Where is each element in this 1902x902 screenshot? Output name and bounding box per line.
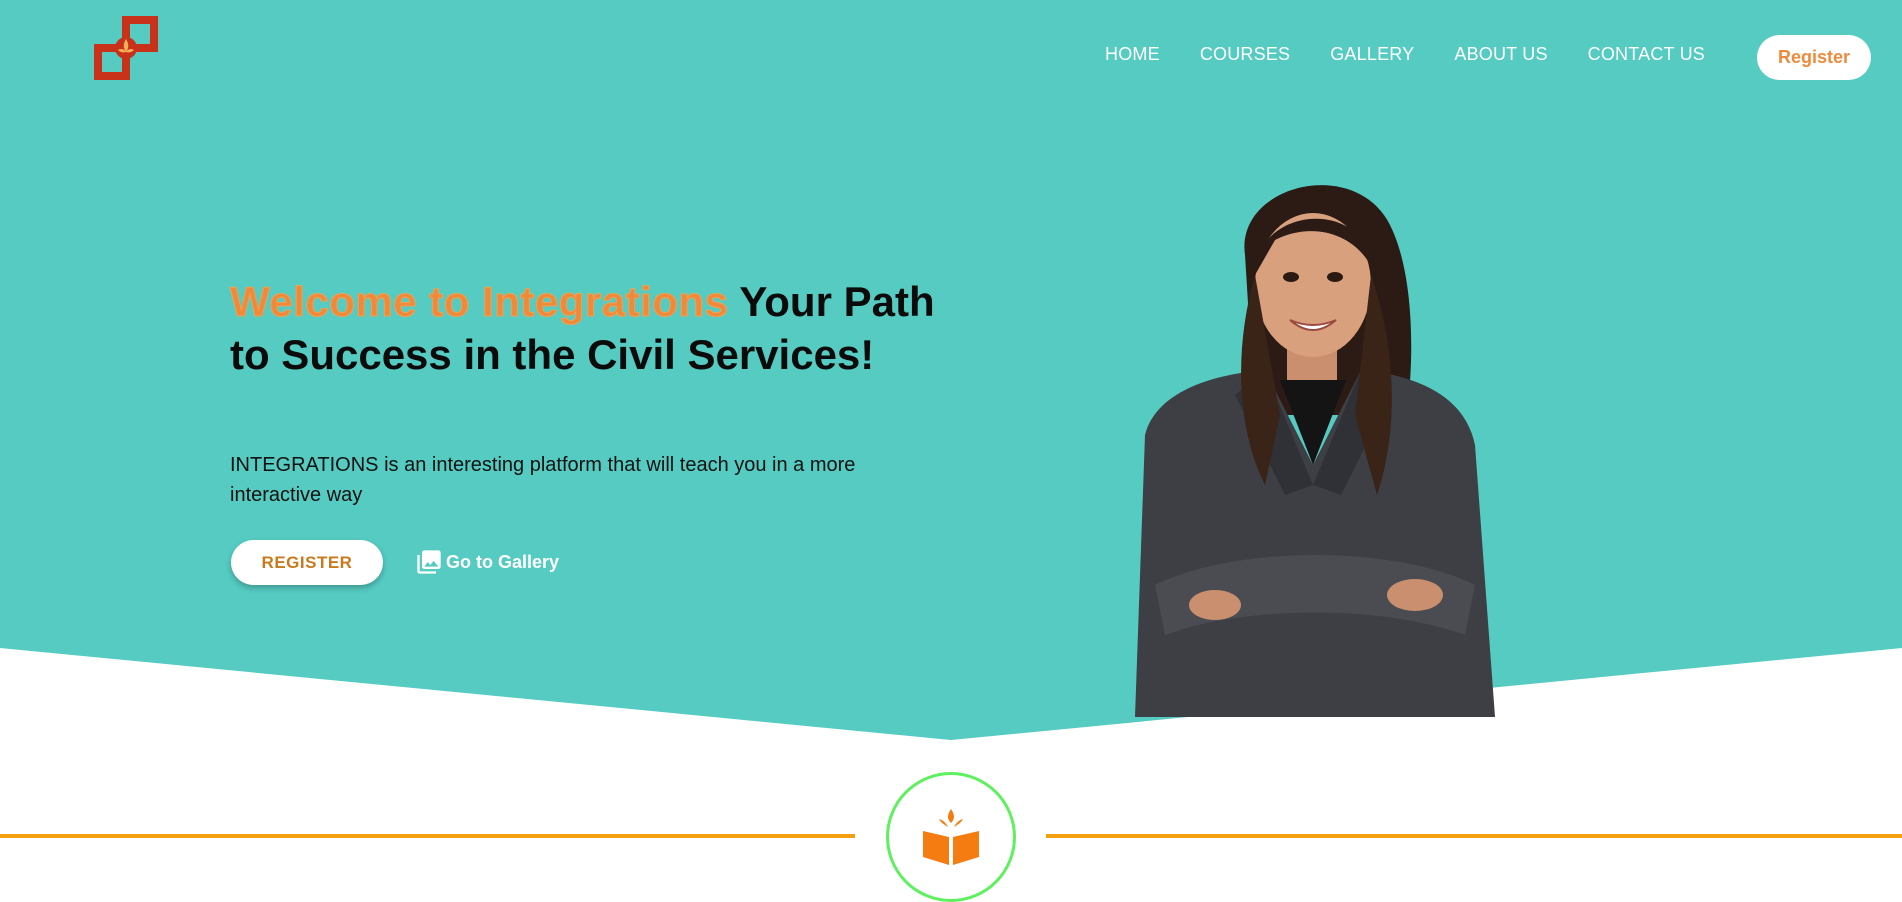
nav-item-about-us[interactable]: ABOUT US <box>1454 44 1547 65</box>
hero-register-button[interactable]: REGISTER <box>231 540 383 585</box>
hero-headline: Welcome to Integrations Your Path to Suc… <box>229 275 950 381</box>
section-divider-left <box>0 834 855 838</box>
section-divider-right <box>1046 834 1902 838</box>
hero-headline-accent: Welcome to Integrations <box>229 278 729 326</box>
swastika-logo-icon[interactable] <box>90 12 162 84</box>
section-emblem <box>886 772 1016 902</box>
nav-item-courses[interactable]: COURSES <box>1200 44 1290 65</box>
go-to-gallery-label: Go to Gallery <box>446 551 560 572</box>
open-book-icon <box>923 809 979 865</box>
nav-item-gallery[interactable]: GALLERY <box>1330 44 1414 65</box>
nav-item-contact-us[interactable]: CONTACT US <box>1588 44 1705 65</box>
woman-in-blazer-portrait <box>1135 185 1495 717</box>
go-to-gallery-link[interactable]: Go to Gallery <box>415 548 559 576</box>
nav-register-button[interactable]: Register <box>1757 35 1871 80</box>
hero-subtitle: INTEGRATIONS is an interesting platform … <box>230 454 856 506</box>
nav-item-home[interactable]: HOME <box>1105 44 1160 65</box>
photo-library-icon <box>417 550 441 574</box>
main-nav: HOME COURSES GALLERY ABOUT US CONTACT US <box>1105 44 1705 65</box>
